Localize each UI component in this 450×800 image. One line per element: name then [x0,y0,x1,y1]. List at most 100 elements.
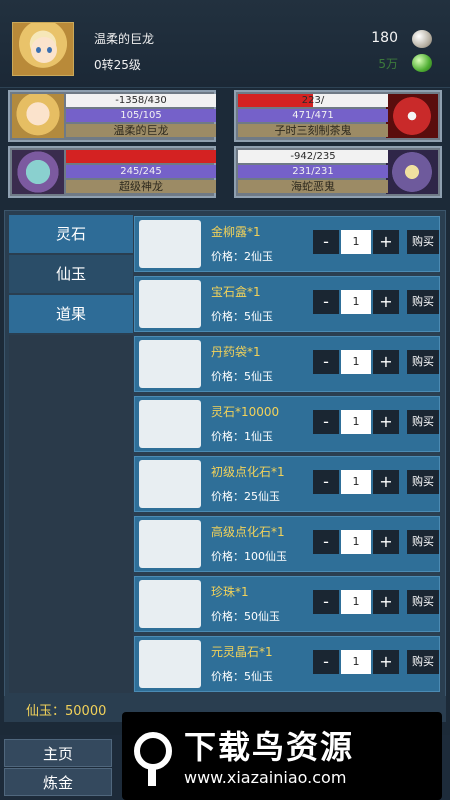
spirit-stone-count: 180 [371,30,398,46]
item-price: 价格：5仙玉 [211,670,273,683]
decrease-quantity-button[interactable]: - [313,410,339,434]
increase-quantity-button[interactable]: + [373,530,399,554]
logo-bar [148,768,156,786]
increase-quantity-button[interactable]: + [373,590,399,614]
decrease-quantity-button[interactable]: - [313,230,339,254]
watermark-url: www.xiazainiao.com [184,768,347,787]
team-member-card[interactable]: 245/245 超级神龙 [8,146,216,198]
item-name: 元灵晶石*1 [211,645,273,659]
shop-item-row: 金柳露*1 价格：2仙玉 -1 + 购买 [134,216,440,272]
red-ghost-portrait [386,94,438,138]
sea-serpent-portrait [386,150,438,194]
item-name: 高级点化石*1 [211,525,285,539]
category-tab-daoguo[interactable]: 道果 [9,295,133,333]
decrease-quantity-button[interactable]: - [313,470,339,494]
purple-crystal-icon [139,640,201,688]
site-watermark: 下载鸟资源 www.xiazainiao.com [122,712,442,800]
member-name: 超级神龙 [66,180,216,193]
decrease-quantity-button[interactable]: - [313,590,339,614]
logo-ring [134,732,172,770]
pill-pouch-icon [139,340,201,388]
blonde-girl-portrait [12,94,64,138]
mp-bar: 471/471 [238,109,388,122]
hp-bar: -942/235 [238,150,388,163]
item-name: 初级点化石*1 [211,465,285,479]
buy-button[interactable]: 购买 [407,650,439,674]
increase-quantity-button[interactable]: + [373,650,399,674]
shop-item-row: 宝石盒*1 价格：5仙玉 -1 + 购买 [134,276,440,332]
treasure-chest-icon [139,280,201,328]
item-price: 价格：1仙玉 [211,430,273,443]
quantity-input[interactable]: 1 [341,650,371,674]
team-member-card[interactable]: -1358/430 105/105 温柔的巨龙 [8,90,216,142]
team-member-card[interactable]: -942/235 231/231 海蛇恶鬼 [234,146,442,198]
item-name: 珍珠*1 [211,585,249,599]
mp-bar: 245/245 [66,165,216,178]
decrease-quantity-button[interactable]: - [313,650,339,674]
buy-button[interactable]: 购买 [407,290,439,314]
increase-quantity-button[interactable]: + [373,350,399,374]
quantity-input[interactable]: 1 [341,410,371,434]
hp-text: -1358/430 [115,95,167,106]
member-name: 海蛇恶鬼 [238,180,388,193]
quantity-input[interactable]: 1 [341,530,371,554]
buy-button[interactable]: 购买 [407,470,439,494]
shop-item-row: 元灵晶石*1 价格：5仙玉 -1 + 购买 [134,636,440,692]
quantity-input[interactable]: 1 [341,350,371,374]
decrease-quantity-button[interactable]: - [313,290,339,314]
mp-bar: 105/105 [66,109,216,122]
item-name: 宝石盒*1 [211,285,261,299]
category-list-background [9,335,133,693]
shop-item-row: 灵石*10000 价格：1仙玉 -1 + 购买 [134,396,440,452]
buy-button[interactable]: 购买 [407,230,439,254]
buy-button[interactable]: 购买 [407,530,439,554]
increase-quantity-button[interactable]: + [373,470,399,494]
avatar-eye-left [36,47,41,53]
increase-quantity-button[interactable]: + [373,230,399,254]
quantity-input[interactable]: 1 [341,230,371,254]
quantity-input[interactable]: 1 [341,290,371,314]
shop-item-row: 珍珠*1 价格：50仙玉 -1 + 购买 [134,576,440,632]
mp-bar: 231/231 [238,165,388,178]
category-tab-xianyu[interactable]: 仙玉 [9,255,133,293]
green-gem-count: 5万 [378,57,398,71]
item-name: 灵石*10000 [211,405,280,419]
watermark-title: 下载鸟资源 [184,728,355,766]
player-avatar[interactable] [12,22,74,76]
decrease-quantity-button[interactable]: - [313,530,339,554]
spirit-stone-icon [139,400,201,448]
hp-text: 223/ [301,95,325,106]
hp-bar: -1358/430 [66,94,216,107]
shop-item-row: 丹药袋*1 价格：5仙玉 -1 + 购买 [134,336,440,392]
quantity-input[interactable]: 1 [341,470,371,494]
orange-stone-icon [139,460,201,508]
nav-alchemy-button[interactable]: 炼金 [4,768,112,796]
increase-quantity-button[interactable]: + [373,410,399,434]
spirit-stone-icon [412,30,432,48]
nav-home-button[interactable]: 主页 [4,739,112,767]
item-price: 价格：25仙玉 [211,490,280,503]
increase-quantity-button[interactable]: + [373,290,399,314]
quantity-input[interactable]: 1 [341,590,371,614]
player-level: 0转25级 [94,58,141,72]
category-tab-lingshi[interactable]: 灵石 [9,215,133,253]
bird-logo-icon [130,724,176,788]
shop-item-row: 高级点化石*1 价格：100仙玉 -1 + 购买 [134,516,440,572]
hp-text: -942/235 [290,151,336,162]
item-price: 价格：5仙玉 [211,370,273,383]
shop-item-row: 初级点化石*1 价格：25仙玉 -1 + 购买 [134,456,440,512]
member-name: 子时三刻制茶鬼 [238,124,388,137]
buy-button[interactable]: 购买 [407,590,439,614]
team-member-card[interactable]: 223/ 471/471 子时三刻制茶鬼 [234,90,442,142]
buy-button[interactable]: 购买 [407,410,439,434]
item-price: 价格：5仙玉 [211,310,273,323]
player-name: 温柔的巨龙 [94,32,155,46]
green-gem-icon [412,54,432,72]
xianyu-balance: 仙玉：50000 [26,704,107,719]
item-name: 金柳露*1 [211,225,261,239]
item-price: 价格：100仙玉 [211,550,287,563]
buy-button[interactable]: 购买 [407,350,439,374]
member-name: 温柔的巨龙 [66,124,216,137]
avatar-face [31,37,57,63]
decrease-quantity-button[interactable]: - [313,350,339,374]
